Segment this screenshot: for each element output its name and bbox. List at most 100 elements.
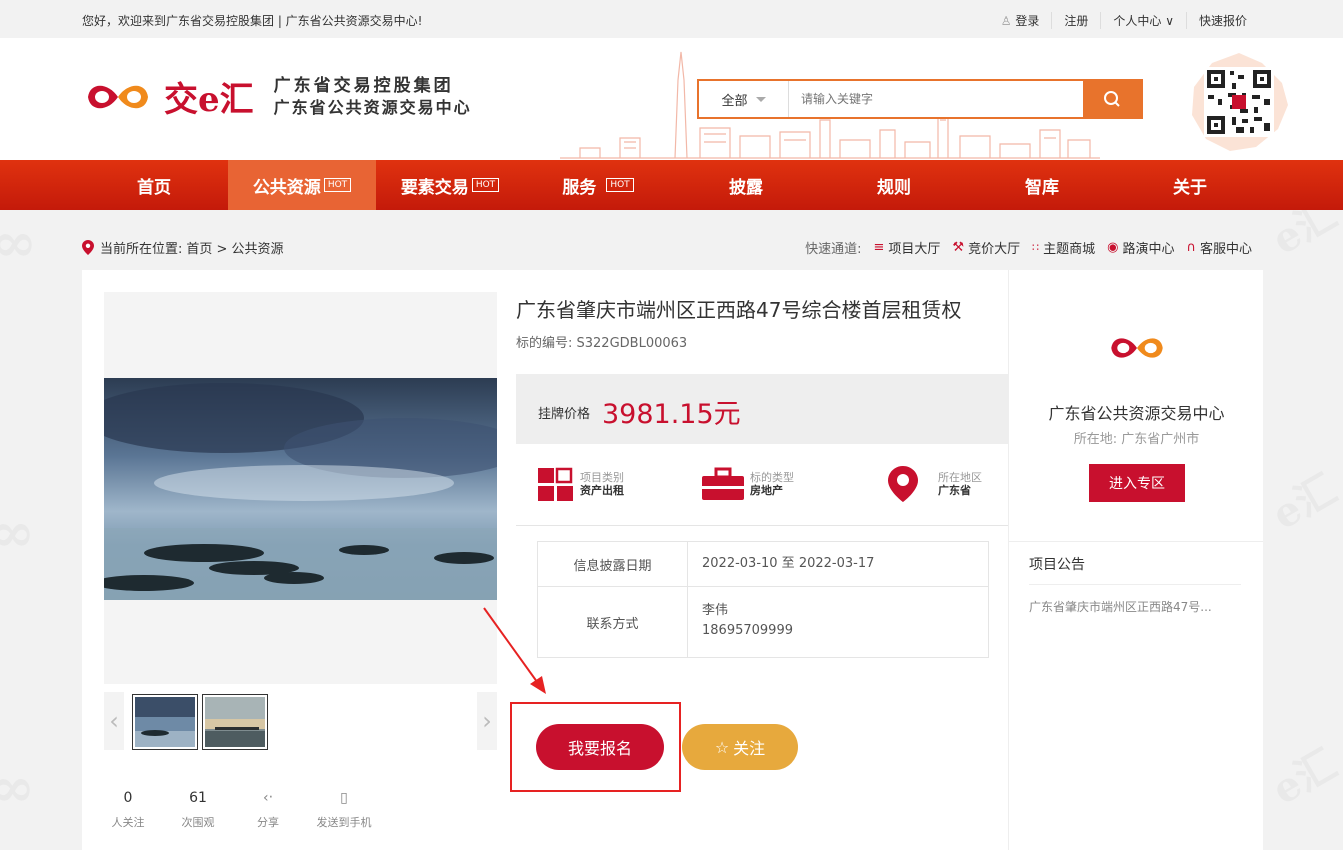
chevron-down-icon: ∨ [1165,14,1174,28]
search-input[interactable] [789,81,1083,117]
quick-link-project-hall[interactable]: ≡ 项目大厅 [874,238,941,257]
quick-link-label: 主题商城 [1043,242,1096,257]
project-main-image[interactable] [104,378,497,600]
background-watermark: e汇 [1264,740,1343,814]
background-watermark: ∞ [0,210,37,274]
search-bar: 全部 [697,79,1143,119]
quick-link-label: 路演中心 [1122,242,1175,257]
attr-region: 所在地区 广东省 [888,466,982,502]
image-gallery [104,292,497,684]
search-button[interactable] [1083,81,1141,117]
nav-item-about[interactable]: 关于 [1116,160,1264,210]
breadcrumb-path[interactable]: 首页 > 公共资源 [186,238,283,257]
followers-label: 人关注 [111,816,145,829]
nav-item-disclosure[interactable]: 披露 [672,160,820,210]
quick-link-label: 竞价大厅 [968,242,1021,257]
followers-count: 0 [123,790,133,806]
chevron-left-icon[interactable]: ‹ [104,692,124,750]
quick-quote-link[interactable]: 快速报价 [1185,12,1259,29]
hot-badge: HOT [323,178,352,192]
nav-label: 披露 [729,177,763,198]
enter-zone-button[interactable]: 进入专区 [1089,464,1185,502]
project-detail-panel: ‹ › 0 人关注 61 次围观 ‹‧ 分享 ▯ 发送到手机 广东省肇庆市端州区… [82,270,1263,850]
contact-value: 李伟 18695709999 [688,587,988,657]
price-label: 挂牌价格 [538,407,591,422]
price-box: 挂牌价格 3981.15元 [516,374,1008,444]
contact-phone: 18695709999 [702,623,793,638]
nav-item-home[interactable]: 首页 [80,160,228,210]
quick-link-theme-mall[interactable]: ∷ 主题商城 [1032,238,1095,257]
thumbnail-2[interactable] [202,694,268,750]
quick-access: 快速通道: ≡ 项目大厅 ⚒ 竞价大厅 ∷ 主题商城 ◉ 路演中心 ∩ 客服中心 [805,238,1252,257]
nav-item-public-resources[interactable]: 公共资源 HOT [228,160,376,210]
views-label: 次围观 [181,816,215,829]
search-category-select[interactable]: 全部 [699,81,789,117]
table-row: 信息披露日期 2022-03-10 至 2022-03-17 [538,542,988,587]
org-names: 广东省交易控股集团 广东省公共资源交易中心 [274,75,472,119]
nav-label: 公共资源 [252,177,321,198]
user-icon: ♙ [1000,14,1012,28]
nav-label: 服务 [562,177,597,198]
signup-button[interactable]: 我要报名 [536,724,664,770]
chevron-right-icon[interactable]: › [477,692,497,750]
hot-badge: HOT [606,178,634,192]
share-icon: ‹‧ [262,790,274,806]
thumbnail-image [205,697,265,747]
background-watermark: e汇 [1264,465,1343,539]
thumbnail-1[interactable] [132,694,198,750]
org-name-1: 广东省交易控股集团 [273,75,454,96]
main-nav: 首页 公共资源 HOT 要素交易 HOT 服务 HOT 披露 规则 智库 关于 [0,160,1343,210]
breadcrumb: 当前所在位置: 首页 > 公共资源 [82,238,284,257]
login-link[interactable]: ♙ 登录 [989,12,1052,29]
site-logo[interactable]: 交e汇 广东省交易控股集团 广东省公共资源交易中心 [82,72,472,121]
background-watermark: ∞ [0,500,35,564]
attr-title: 所在地区 [938,470,982,484]
nav-label: 首页 [137,177,171,198]
attr-title: 标的类型 [750,470,794,484]
annotation-arrow [483,607,546,694]
nav-item-rules[interactable]: 规则 [820,160,968,210]
price-value: 3981.15元 [602,399,741,430]
gavel-icon: ⚒ [952,240,965,255]
project-code: 标的编号: S322GDBL00063 [516,336,688,351]
send-to-phone-label: 发送到手机 [316,816,372,829]
quick-access-label: 快速通道: [805,242,862,257]
organization-location: 所在地: 广东省广州市 [1073,432,1200,447]
announcement-header: 项目公告 [1029,554,1241,585]
location-pin-icon [82,240,94,255]
organization-logo-icon [1111,338,1163,358]
quick-link-bidding-hall[interactable]: ⚒ 竞价大厅 [952,238,1020,257]
nav-item-services[interactable]: 服务 HOT [524,160,672,210]
project-title: 广东省肇庆市端州区正西路47号综合楼首层租赁权 [516,298,962,322]
header: 交e汇 广东省交易控股集团 广东省公共资源交易中心 全部 [0,38,1343,160]
search-icon [1104,91,1120,107]
nav-item-think-tank[interactable]: 智库 [968,160,1116,210]
organization-card: 广东省公共资源交易中心 所在地: 广东省广州市 进入专区 [1009,270,1263,542]
qr-code-image [1192,53,1288,151]
share-button[interactable]: ‹‧ 分享 [244,790,292,830]
follow-button[interactable]: ☆ 关注 [682,724,798,770]
list-icon: ≡ [873,240,885,255]
info-table: 信息披露日期 2022-03-10 至 2022-03-17 联系方式 李伟 1… [537,541,989,658]
quick-link-service-center[interactable]: ∩ 客服中心 [1186,238,1252,257]
nav-item-factor-trading[interactable]: 要素交易 HOT [376,160,524,210]
announcement-link[interactable]: 广东省肇庆市端州区正西路47号... [1029,598,1212,615]
table-row: 联系方式 李伟 18695709999 [538,587,988,657]
nav-label: 智库 [1025,177,1059,198]
logo-text: 交e汇 [164,80,254,120]
breadcrumb-bar: 当前所在位置: 首页 > 公共资源 快速通道: ≡ 项目大厅 ⚒ 竞价大厅 ∷ 主题商… [82,234,1262,258]
background-watermark: ∞ [0,755,35,819]
personal-center-label: 个人中心 [1113,14,1162,28]
login-label: 登录 [1015,14,1040,28]
quick-link-label: 项目大厅 [888,242,941,257]
disclosure-date-label: 信息披露日期 [538,542,688,586]
attr-title: 项目类别 [580,470,624,484]
attr-value: 资产出租 [580,483,624,497]
briefcase-icon [702,467,744,500]
quick-link-roadshow-center[interactable]: ◉ 路演中心 [1107,238,1174,257]
views-count: 61 [189,790,207,806]
send-to-phone-button[interactable]: ▯ 发送到手机 [314,790,374,830]
organization-sidebar: 广东省公共资源交易中心 所在地: 广东省广州市 进入专区 项目公告 广东省肇庆市… [1008,270,1263,850]
register-link[interactable]: 注册 [1051,12,1100,29]
personal-center-link[interactable]: 个人中心 ∨ [1100,12,1186,29]
